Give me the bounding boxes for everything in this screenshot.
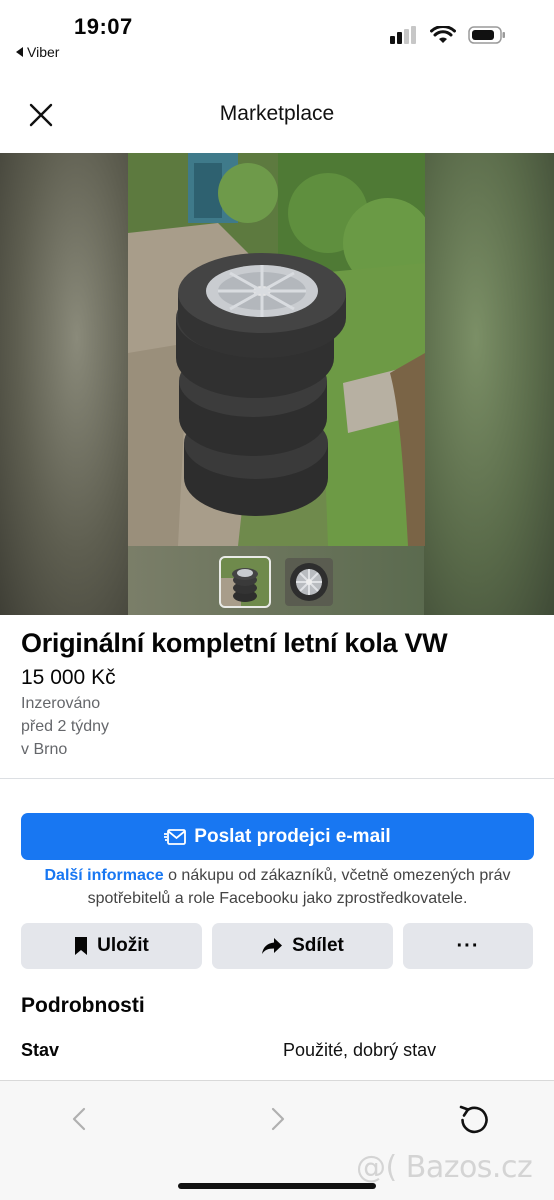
wifi-icon [430,26,456,43]
page-title: Marketplace [219,102,335,125]
reload-icon [459,1105,488,1134]
photo-blur-background-left [0,153,128,615]
status-time: 19:07 [74,14,133,39]
details-section-title: Podrobnosti [21,994,145,1017]
buyer-info-text: Další informace o nákupu od zákazníků, v… [21,864,534,910]
condition-label: Stav [21,1040,60,1060]
cellular-signal-icon [390,26,416,44]
status-bar: 19:07 Viber [0,0,554,70]
photo-blur-background-right [424,153,554,615]
share-arrow-icon [262,938,283,954]
listing-photo-carousel[interactable] [0,153,554,615]
back-app-label: Viber [27,44,60,60]
bookmark-icon [75,937,88,955]
tires-thumbnail [221,558,269,606]
divider [0,778,554,779]
forward-button[interactable] [256,1097,300,1141]
reload-button[interactable] [452,1097,496,1141]
chevron-right-icon [271,1107,285,1131]
listing-location: v Brno [21,741,68,758]
battery-icon [468,26,505,44]
listing-price: 15 000 Kč [21,666,116,689]
share-button[interactable]: Sdílet [212,923,393,969]
send-seller-email-button[interactable]: Poslat prodejci e-mail [21,813,534,860]
listing-main-photo[interactable] [128,153,425,546]
share-label: Sdílet [292,935,344,956]
status-icons [390,26,506,44]
more-info-link[interactable]: Další informace [44,867,163,884]
photo-thumbnails [0,556,554,608]
photo-thumbnail[interactable] [285,558,333,606]
app-header: Marketplace [0,80,554,150]
wheel-rim-thumbnail [285,558,333,606]
condition-value: Použité, dobrý stav [283,1040,437,1060]
chevron-left-icon [72,1107,86,1131]
listing-actions: Uložit Sdílet ··· [21,923,534,969]
back-button[interactable] [57,1097,101,1141]
back-to-app-link[interactable]: Viber [16,44,59,60]
more-options-button[interactable]: ··· [403,923,533,969]
posted-time: před 2 týdny [21,718,110,735]
mail-send-icon [164,828,187,845]
save-label: Uložit [97,935,149,956]
save-button[interactable]: Uložit [21,923,202,969]
tires-photo [128,153,425,546]
more-options-icon: ··· [456,934,480,957]
listing-title: Originální kompletní letní kola VW [21,628,448,658]
bazos-watermark: @( Bazos.cz [356,1150,533,1185]
send-seller-email-label: Poslat prodejci e-mail [194,825,391,847]
posted-label: Inzerováno [21,695,101,712]
back-triangle-icon [16,47,23,57]
home-indicator[interactable] [178,1183,376,1189]
photo-thumbnail[interactable] [219,556,271,608]
